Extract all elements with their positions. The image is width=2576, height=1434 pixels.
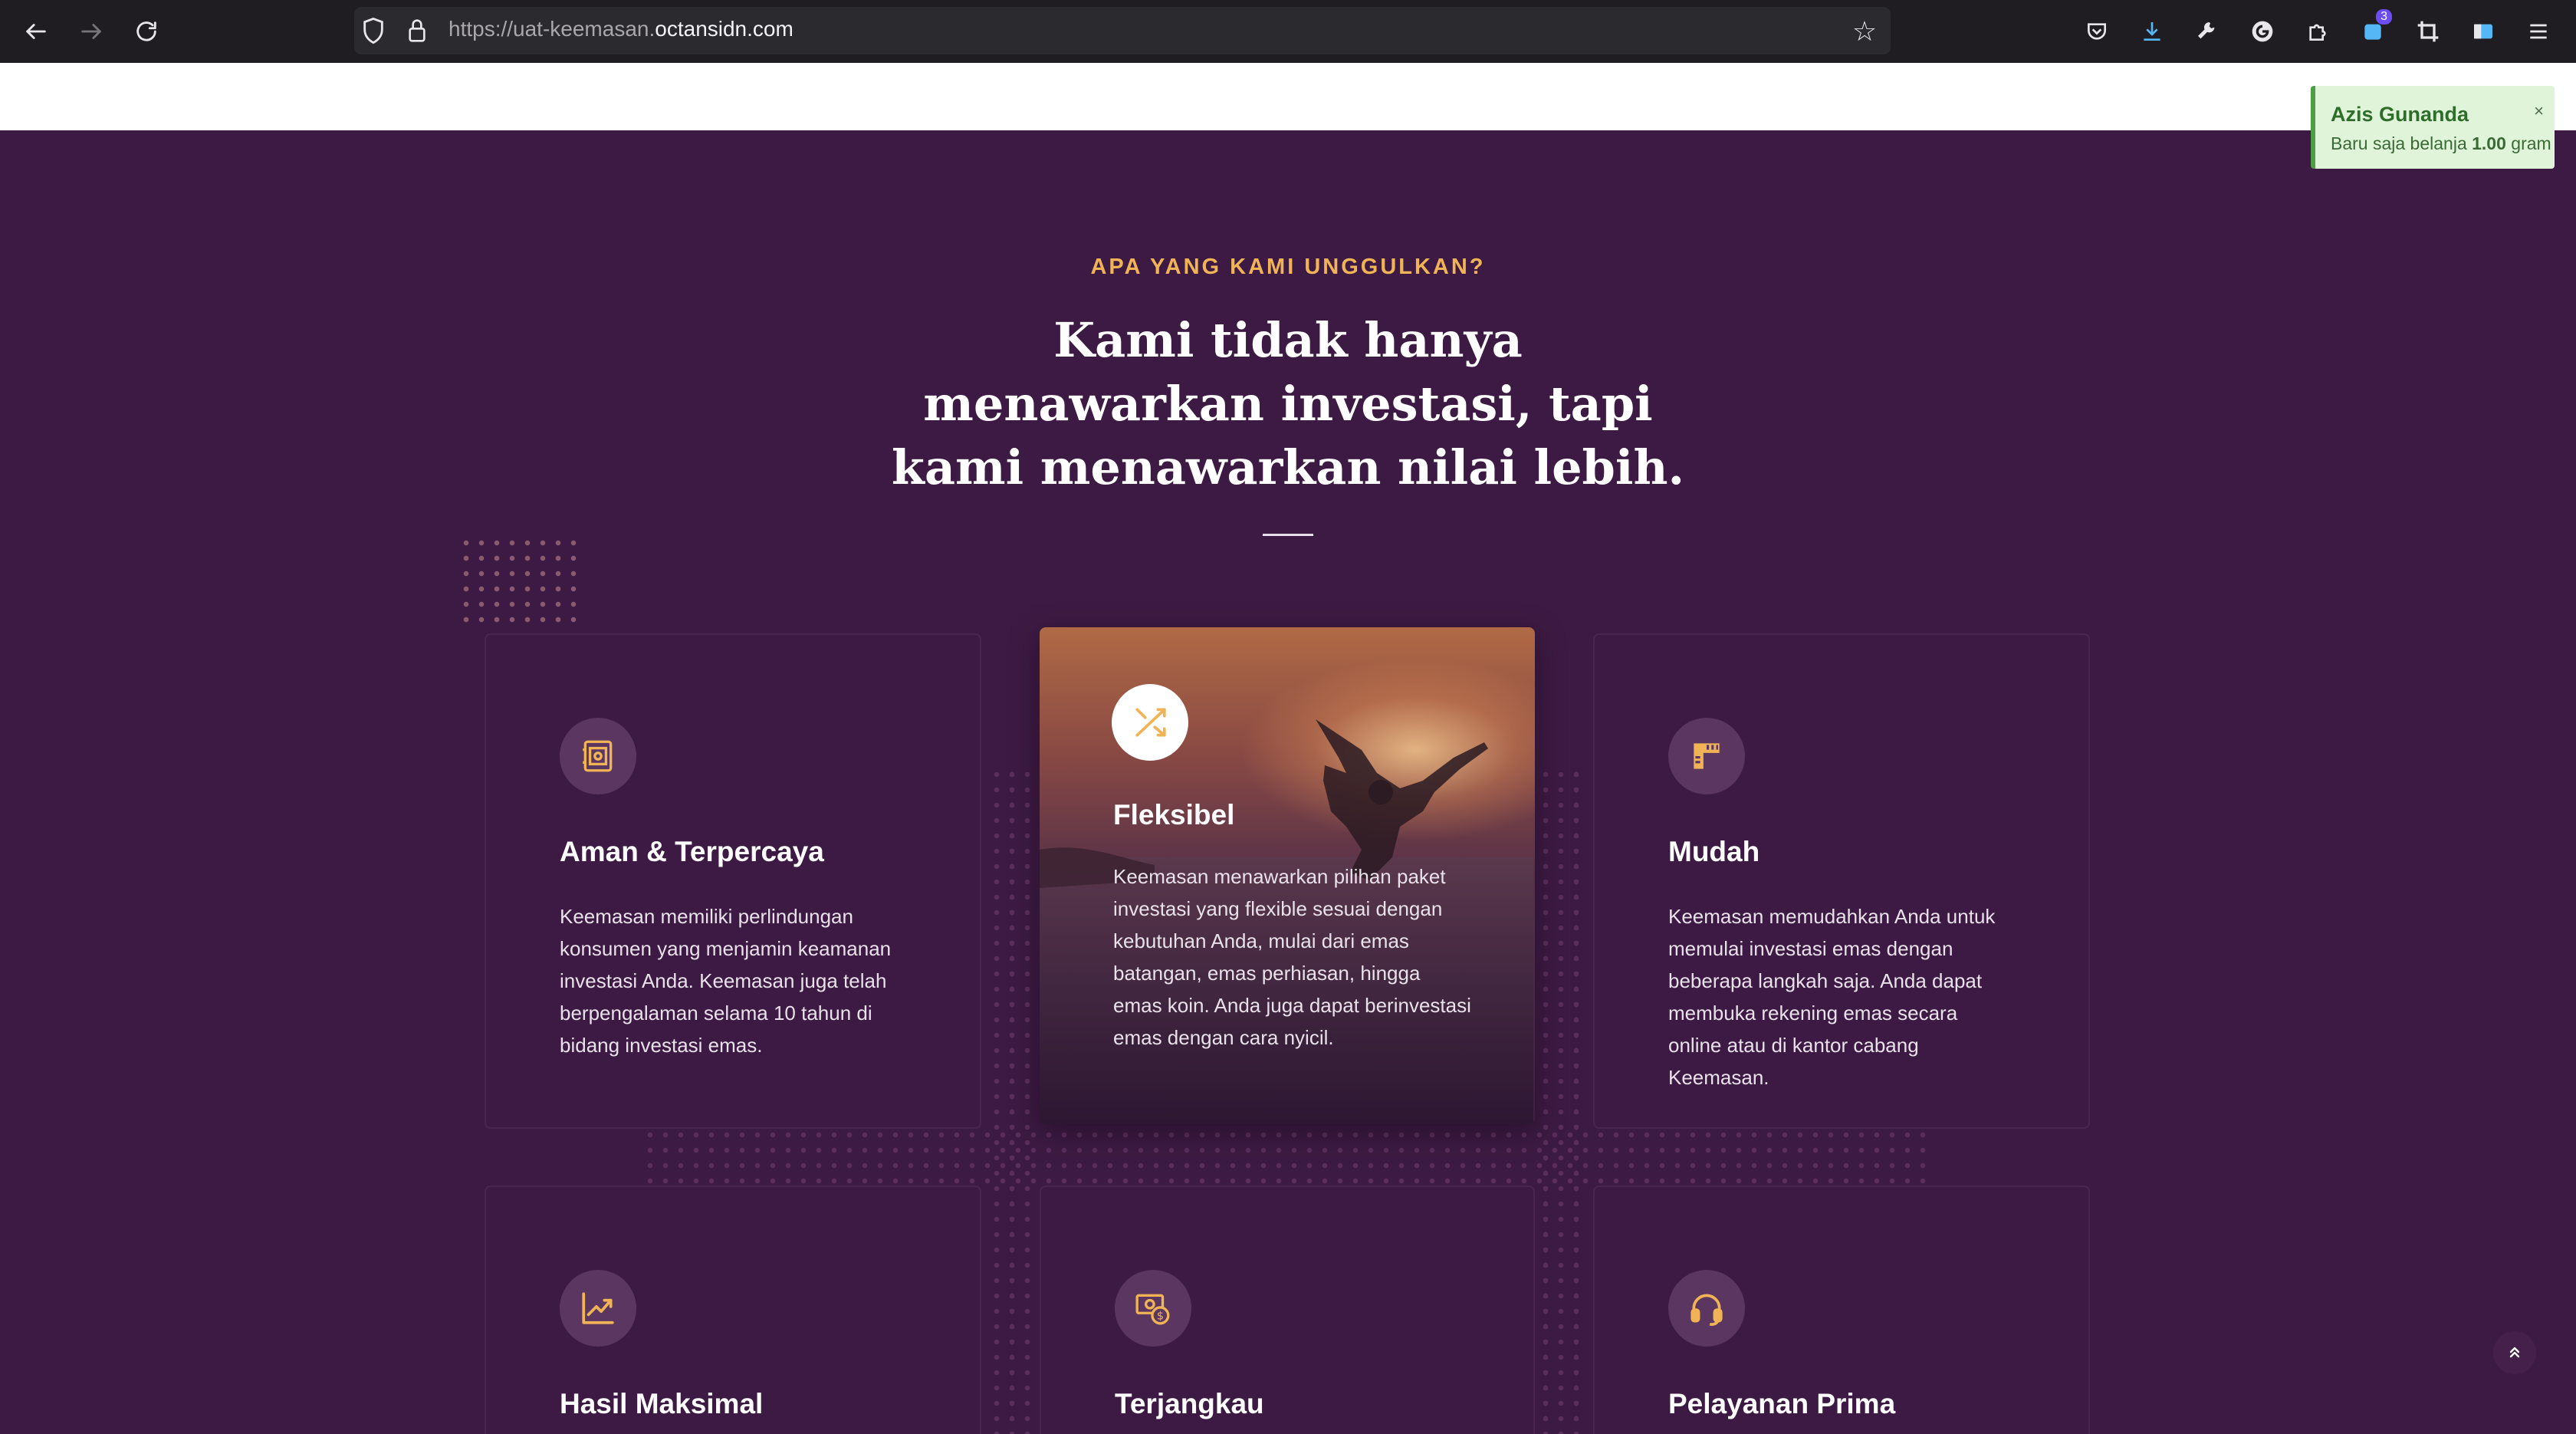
feature-card-hasil-maksimal: Hasil Maksimal xyxy=(485,1186,981,1434)
card-title: Pelayanan Prima xyxy=(1668,1388,1896,1419)
safe-icon xyxy=(560,718,636,794)
menu-icon[interactable] xyxy=(2522,15,2555,48)
shield-icon[interactable] xyxy=(360,15,391,48)
headset-icon xyxy=(1668,1270,1745,1347)
decorative-dots xyxy=(642,1127,1930,1187)
browser-toolbar: https://uat-keemasan.octansidn.com ☆ 3 xyxy=(0,0,2576,63)
ruler-icon xyxy=(1668,718,1745,794)
toast-message-prefix: Baru saja belanja xyxy=(2331,133,2467,153)
url-domain: octansidn.com xyxy=(655,17,794,41)
feature-card-fleksibel: Fleksibel Keemasan menawarkan pilihan pa… xyxy=(1040,627,1535,1124)
section-eyebrow: APA YANG KAMI UNGGULKAN? xyxy=(1090,255,1486,279)
double-chevron-up-icon xyxy=(2509,1347,2520,1358)
pocket-icon[interactable] xyxy=(2081,15,2113,48)
card-title: Mudah xyxy=(1668,836,1760,867)
toast-unit: gram xyxy=(2511,133,2551,153)
toast-amount: 1.00 xyxy=(2472,133,2506,153)
page: https://uat-keemasan.octansidn.com ☆ 3 A… xyxy=(0,0,2576,1434)
url-prefix: https://uat-keemasan. xyxy=(449,17,656,41)
notification-badge: 3 xyxy=(2376,9,2392,25)
section-headline: Kami tidak hanya menawarkan investasi, t… xyxy=(891,312,1685,495)
card-title: Fleksibel xyxy=(1113,799,1235,830)
puzzle-icon[interactable] xyxy=(2302,15,2334,48)
back-icon[interactable] xyxy=(20,15,52,48)
toast-message: Baru saja belanja 1.00 gram xyxy=(2331,133,2551,154)
decorative-dots xyxy=(989,767,1037,1434)
svg-text:$: $ xyxy=(1157,1310,1164,1323)
crop-icon[interactable] xyxy=(2412,15,2444,48)
card-description: Keemasan menawarkan pilihan paket invest… xyxy=(1113,865,1471,1049)
card-description: Keemasan memudahkan Anda untuk memulai i… xyxy=(1668,905,1996,1089)
toast-customer-name: Azis Gunanda xyxy=(2331,103,2469,126)
scroll-to-top-button[interactable] xyxy=(2493,1331,2536,1374)
site-header xyxy=(0,63,2576,130)
bookmark-star-icon[interactable]: ☆ xyxy=(1849,15,1880,48)
download-icon[interactable] xyxy=(2136,15,2168,48)
close-icon[interactable]: × xyxy=(2534,101,2544,121)
forward-icon[interactable] xyxy=(75,15,107,48)
decorative-dots xyxy=(458,535,580,629)
feature-card-pelayanan-prima: Pelayanan Prima xyxy=(1593,1186,2090,1434)
card-title: Aman & Terpercaya xyxy=(560,836,824,867)
feature-card-terjangkau: $ Terjangkau xyxy=(1040,1186,1535,1434)
url-text[interactable]: https://uat-keemasan.octansidn.com xyxy=(449,17,794,41)
money-icon: $ xyxy=(1115,1270,1191,1347)
notification-extension-icon[interactable]: 3 xyxy=(2357,9,2392,48)
shuffle-icon xyxy=(1112,684,1188,761)
reload-icon[interactable] xyxy=(130,15,163,48)
lock-icon[interactable] xyxy=(405,15,435,48)
sidebar-extension-icon[interactable] xyxy=(2467,15,2499,48)
purchase-toast: Azis Gunanda Baru saja belanja 1.00 gram… xyxy=(2311,86,2555,169)
decorative-dots xyxy=(1538,767,1585,1434)
feature-card-aman: Aman & Terpercaya Keemasan memiliki perl… xyxy=(485,633,981,1129)
card-title: Hasil Maksimal xyxy=(560,1388,764,1419)
card-title: Terjangkau xyxy=(1115,1388,1264,1419)
card-description: Keemasan memiliki perlindungan konsumen … xyxy=(560,905,892,1057)
headline-divider xyxy=(1263,534,1313,536)
extension-g-icon[interactable] xyxy=(2246,15,2279,48)
wrench-icon[interactable] xyxy=(2191,15,2223,48)
chart-up-icon xyxy=(560,1270,636,1347)
feature-card-mudah: Mudah Keemasan memudahkan Anda untuk mem… xyxy=(1593,633,2090,1129)
